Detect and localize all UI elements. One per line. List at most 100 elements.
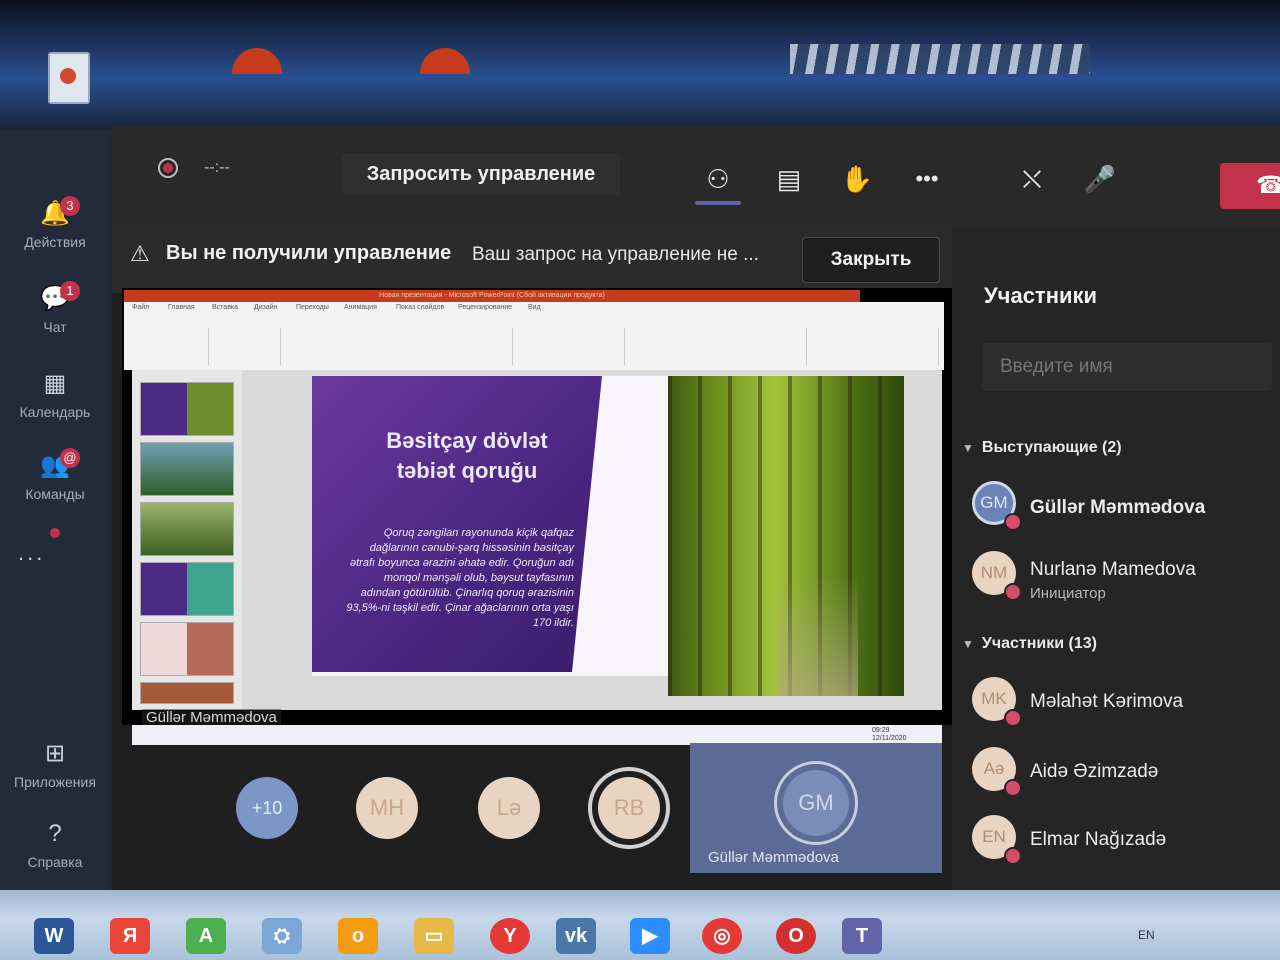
participant-name: Güllər Məmmədova	[1030, 497, 1206, 518]
participant-name: Aidə Əzimzadə	[1030, 761, 1159, 782]
slide-thumbnail[interactable]	[140, 562, 234, 616]
desktop-shape	[420, 48, 470, 74]
rail-label: Приложения	[14, 774, 96, 790]
camera-off-icon[interactable]: ⛌	[1012, 161, 1052, 197]
slide-thumbnail[interactable]	[140, 442, 234, 496]
recording-icon	[158, 158, 178, 178]
calendar-icon: ▦	[43, 370, 67, 397]
slide-body-text: Qoruq zəngilan rayonunda kiçik qafqaz da…	[346, 527, 574, 629]
yandex-browser-icon[interactable]: Y	[490, 918, 530, 954]
yandex-icon[interactable]: Я	[110, 918, 150, 954]
desktop-background	[0, 0, 1280, 130]
participant-avatar[interactable]: Lə	[478, 777, 540, 839]
participant-name: Məlahət Kərimova	[1030, 691, 1184, 712]
chat-icon[interactable]: ▤	[769, 161, 809, 197]
ribbon-tab: Вид	[528, 304, 541, 311]
app-icon[interactable]: ⛭	[262, 918, 302, 954]
microphone-icon[interactable]: 🎤	[1080, 161, 1120, 197]
status-dot	[1004, 583, 1022, 601]
rail-item-teams[interactable]: 👥 @ Команды	[0, 448, 110, 502]
slide-thumbnail[interactable]	[140, 682, 234, 704]
more-apps-icon[interactable]: ...	[18, 540, 45, 566]
rail-label: Чат	[43, 319, 67, 335]
presenters-section-header[interactable]: ▼ Выступающие (2)	[962, 439, 1122, 457]
attendees-section-header[interactable]: ▼ Участники (13)	[962, 635, 1097, 653]
folder-icon[interactable]: ▭	[414, 918, 454, 954]
slide-thumbnail[interactable]	[140, 622, 234, 676]
app-icon[interactable]: A	[186, 918, 226, 954]
close-banner-button[interactable]: Закрыть	[802, 237, 940, 283]
powerpoint-title-bar: Новая презентация - Microsoft PowerPoint…	[124, 290, 860, 302]
meeting-toolbar: --:-- Запросить управление ⚇ ▤ ✋ ••• ⛌ 🎤…	[112, 125, 1280, 225]
zoom-icon[interactable]: ▶	[630, 918, 670, 954]
current-slide: Bəsitçay dövlət təbiət qoruğu Qoruq zəng…	[312, 376, 904, 696]
raise-hand-icon[interactable]: ✋	[837, 161, 877, 197]
ribbon-group	[626, 328, 807, 366]
presenter-name-label: Güllər Məmmədova	[142, 709, 281, 726]
app-rail: 🔔 3 Действия 💬 1 Чат ▦ Календарь 👥 @ Ком…	[0, 130, 110, 890]
shared-clock: 09:29 12/11/2020	[872, 727, 907, 743]
os-taskbar: W Я A ⛭ о ▭ Y vk ▶ ◎ O T EN	[0, 890, 1280, 960]
ribbon-group	[808, 328, 939, 366]
participant-row[interactable]: MK Məlahət Kərimova	[972, 673, 1272, 733]
participant-name: Nurlanə Mamedova	[1030, 559, 1196, 580]
slide-title-line: təbiət qoruğu	[396, 458, 538, 483]
chrome-icon[interactable]: ◎	[702, 918, 742, 954]
section-label: Участники (13)	[981, 635, 1098, 652]
request-control-button[interactable]: Запросить управление	[342, 153, 620, 195]
more-options-icon[interactable]: •••	[907, 161, 947, 197]
participant-row[interactable]: NM Nurlanə Mamedova Инициатор	[972, 547, 1272, 607]
ribbon-tab: Рецензирование	[458, 304, 513, 311]
participant-row[interactable]: Aə Aidə Əzimzadə	[972, 743, 1272, 803]
presenter-video-tile[interactable]: GM Güllər Məmmədova	[690, 743, 942, 873]
ribbon-tab: Файл	[132, 304, 150, 311]
participant-search-input[interactable]	[982, 343, 1272, 391]
ribbon-group	[282, 328, 513, 366]
powerpoint-ribbon: Файл Главная Вставка Дизайн Переходы Ани…	[124, 302, 944, 370]
ribbon-group	[210, 328, 281, 366]
participants-icon[interactable]: ⚇	[698, 161, 738, 197]
chevron-down-icon: ▼	[962, 441, 974, 455]
desktop-shape	[232, 48, 282, 74]
participants-panel: Участники ▼ Выступающие (2) GM Güllər Məm…	[952, 225, 1280, 895]
rail-label: Справка	[27, 854, 83, 870]
word-icon[interactable]: W	[34, 918, 74, 954]
rail-item-calendar[interactable]: ▦ Календарь	[0, 370, 110, 420]
rail-item-apps[interactable]: ⊞ Приложения	[0, 740, 110, 790]
rail-item-chat[interactable]: 💬 1 Чат	[0, 281, 110, 335]
notification-dot	[50, 528, 60, 538]
overflow-participants-avatar[interactable]: +10	[236, 777, 298, 839]
rail-label: Команды	[25, 486, 85, 502]
section-label: Выступающие (2)	[981, 439, 1122, 456]
participant-avatar[interactable]: MH	[356, 777, 418, 839]
ribbon-tab: Главная	[168, 304, 195, 311]
slide-thumbnail[interactable]	[140, 502, 234, 556]
participant-avatar[interactable]: RB	[598, 777, 660, 839]
vk-icon[interactable]: vk	[556, 918, 596, 954]
status-dot	[1004, 513, 1022, 531]
rail-item-help[interactable]: ? Справка	[0, 820, 110, 870]
banner-title: Вы не получили управление	[166, 242, 452, 264]
desktop-file-icon[interactable]	[48, 52, 90, 104]
panel-title: Участники	[984, 283, 1098, 308]
participant-row[interactable]: GM Güllər Məmmədova	[972, 477, 1272, 537]
warning-icon: ⚠	[130, 241, 150, 266]
ribbon-tab: Показ слайдов	[396, 304, 445, 311]
rail-item-activity[interactable]: 🔔 3 Действия	[0, 196, 110, 250]
leave-button[interactable]: ☎	[1220, 163, 1280, 209]
chat-badge: 1	[60, 281, 80, 301]
ribbon-group	[514, 328, 625, 366]
status-dot	[1004, 847, 1022, 865]
forest-photo	[668, 376, 904, 696]
participant-row[interactable]: EN Elmar Nağızadə	[972, 811, 1272, 871]
slide-title-line: Bəsitçay dövlət	[386, 428, 548, 453]
desktop-pattern	[790, 44, 1090, 74]
status-dot	[1004, 709, 1022, 727]
opera-icon[interactable]: O	[776, 918, 816, 954]
ribbon-tab: Дизайн	[254, 304, 278, 311]
odnoklassniki-icon[interactable]: о	[338, 918, 378, 954]
language-indicator[interactable]: EN	[1138, 928, 1155, 942]
activity-badge: 3	[60, 196, 80, 216]
slide-thumbnail[interactable]	[140, 382, 234, 436]
teams-icon[interactable]: T	[842, 918, 882, 954]
